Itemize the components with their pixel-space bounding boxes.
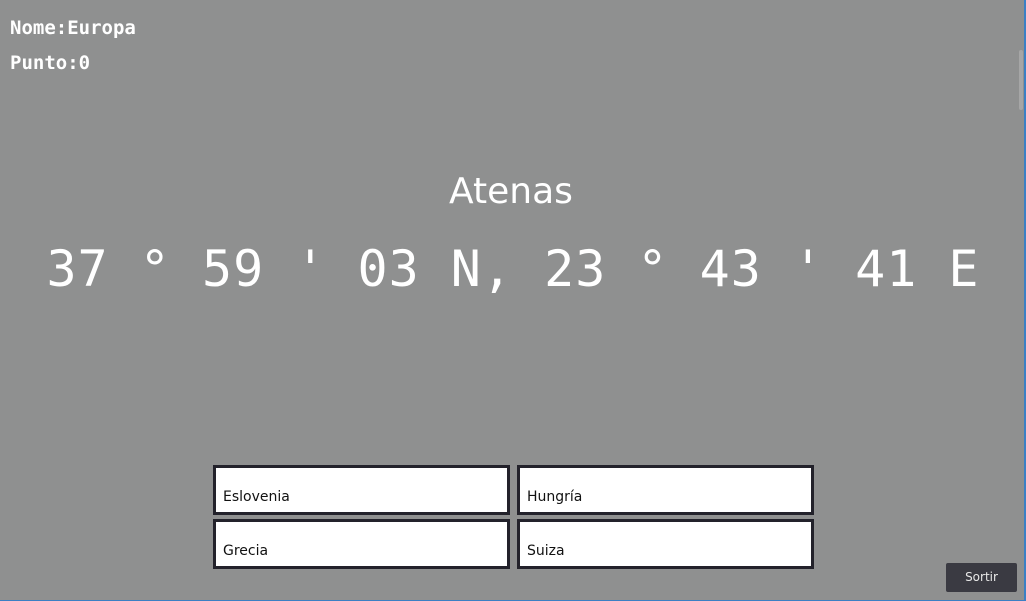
- score-label: Punto:0: [10, 52, 91, 74]
- city-name: Atenas: [449, 171, 573, 212]
- scrollbar-thumb[interactable]: [1019, 50, 1023, 110]
- answer-button-1[interactable]: Eslovenia: [213, 465, 510, 515]
- city-coordinates: 37 ° 59 ' 03 N, 23 ° 43 ' 41 E: [46, 240, 980, 298]
- answer-button-2[interactable]: Hungría: [517, 465, 814, 515]
- answer-label: Hungría: [527, 489, 583, 505]
- answer-label: Grecia: [223, 543, 269, 559]
- answer-label: Eslovenia: [223, 489, 290, 505]
- level-name-label: Nome:Europa: [10, 17, 136, 39]
- answer-button-3[interactable]: Grecia: [213, 519, 510, 569]
- quit-button[interactable]: Sortir: [946, 563, 1017, 592]
- answer-button-4[interactable]: Suiza: [517, 519, 814, 569]
- answer-label: Suiza: [527, 543, 565, 559]
